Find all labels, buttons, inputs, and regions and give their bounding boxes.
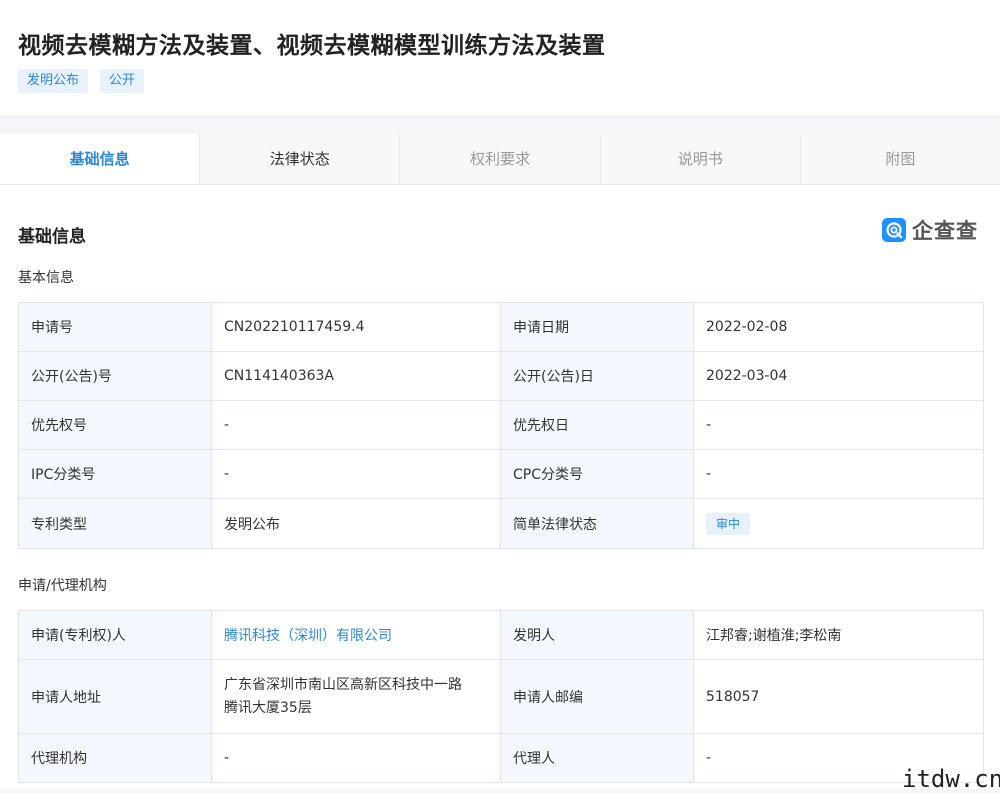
tab-description[interactable]: 说明书 bbox=[601, 134, 801, 184]
applicant-info-table: 申请(专利权)人 腾讯科技（深圳）有限公司 发明人 江邦睿;谢植淮;李松南 申请… bbox=[18, 610, 984, 783]
tag-public: 公开 bbox=[100, 69, 145, 93]
page-title: 视频去模糊方法及装置、视频去模糊模型训练方法及装置 bbox=[18, 33, 606, 59]
tab-basic-info[interactable]: 基础信息 bbox=[0, 134, 201, 184]
field-label: IPC分类号 bbox=[18, 449, 212, 499]
field-value: 发明公布 bbox=[211, 498, 501, 549]
table-row: 代理机构 - 代理人 - bbox=[18, 733, 984, 783]
field-label: CPC分类号 bbox=[500, 449, 694, 499]
applicant-link[interactable]: 腾讯科技（深圳）有限公司 bbox=[224, 628, 392, 644]
field-label: 简单法律状态 bbox=[500, 498, 694, 549]
field-value: - bbox=[211, 400, 501, 450]
field-value: 腾讯科技（深圳）有限公司 bbox=[211, 610, 501, 660]
address-line: 广东省深圳市南山区高新区科技中一路 bbox=[224, 676, 462, 693]
field-label: 公开(公告)号 bbox=[18, 351, 212, 401]
field-value: - bbox=[211, 733, 501, 783]
tab-drawings[interactable]: 附图 bbox=[801, 134, 1000, 184]
field-value: 江邦睿;谢植淮;李松南 bbox=[693, 610, 984, 660]
field-label: 代理机构 bbox=[18, 733, 212, 783]
field-value: 2022-03-04 bbox=[693, 351, 984, 401]
field-label: 申请人邮编 bbox=[500, 659, 694, 734]
field-label: 申请日期 bbox=[500, 302, 694, 352]
qichacha-logo-icon bbox=[882, 218, 906, 242]
main-card: 基础信息 法律状态 权利要求 说明书 附图 基础信息 企查查 基本信息 申请号 … bbox=[0, 134, 1000, 789]
table-row: 申请人地址 广东省深圳市南山区高新区科技中一路 腾讯大厦35层 申请人邮编 51… bbox=[18, 659, 984, 734]
tab-legal-status[interactable]: 法律状态 bbox=[200, 134, 401, 184]
field-label: 专利类型 bbox=[18, 498, 212, 549]
field-value: 审中 bbox=[693, 498, 984, 549]
field-label: 申请人地址 bbox=[18, 659, 212, 734]
field-label: 代理人 bbox=[500, 733, 694, 783]
field-value: 2022-02-08 bbox=[693, 302, 984, 352]
table-row: 申请(专利权)人 腾讯科技（深圳）有限公司 发明人 江邦睿;谢植淮;李松南 bbox=[18, 610, 984, 660]
field-value: - bbox=[693, 449, 984, 499]
basic-info-subtitle: 基本信息 bbox=[18, 270, 74, 286]
field-value: CN114140363A bbox=[211, 351, 501, 401]
field-label: 申请号 bbox=[18, 302, 212, 352]
field-label: 优先权号 bbox=[18, 400, 212, 450]
legal-status-badge: 审中 bbox=[706, 512, 751, 535]
field-value: CN202210117459.4 bbox=[211, 302, 501, 352]
tag-invention-publication: 发明公布 bbox=[18, 69, 89, 93]
table-row: 公开(公告)号 CN114140363A 公开(公告)日 2022-03-04 bbox=[18, 351, 984, 401]
field-label: 申请(专利权)人 bbox=[18, 610, 212, 660]
table-row: 申请号 CN202210117459.4 申请日期 2022-02-08 bbox=[18, 302, 984, 352]
field-value: 广东省深圳市南山区高新区科技中一路 腾讯大厦35层 bbox=[211, 659, 501, 734]
applicant-info-subtitle: 申请/代理机构 bbox=[18, 578, 107, 594]
qichacha-logo-text: 企查查 bbox=[912, 219, 978, 243]
field-label: 公开(公告)日 bbox=[500, 351, 694, 401]
table-row: IPC分类号 - CPC分类号 - bbox=[18, 449, 984, 499]
section-title: 基础信息 bbox=[18, 227, 86, 247]
basic-info-table: 申请号 CN202210117459.4 申请日期 2022-02-08 公开(… bbox=[18, 302, 984, 549]
field-label: 优先权日 bbox=[500, 400, 694, 450]
field-value: - bbox=[211, 449, 501, 499]
field-value: 518057 bbox=[693, 659, 984, 734]
tag-list: 发明公布 公开 bbox=[18, 69, 145, 93]
table-row: 专利类型 发明公布 简单法律状态 审中 bbox=[18, 498, 984, 549]
field-label: 发明人 bbox=[500, 610, 694, 660]
qichacha-logo: 企查查 bbox=[882, 216, 978, 244]
header-card: 视频去模糊方法及装置、视频去模糊模型训练方法及装置 发明公布 公开 bbox=[0, 0, 1000, 117]
field-value: - bbox=[693, 400, 984, 450]
tab-claims[interactable]: 权利要求 bbox=[400, 134, 601, 184]
table-row: 优先权号 - 优先权日 - bbox=[18, 400, 984, 450]
tab-bar: 基础信息 法律状态 权利要求 说明书 附图 bbox=[0, 134, 1000, 185]
address-line: 腾讯大厦35层 bbox=[224, 699, 312, 716]
